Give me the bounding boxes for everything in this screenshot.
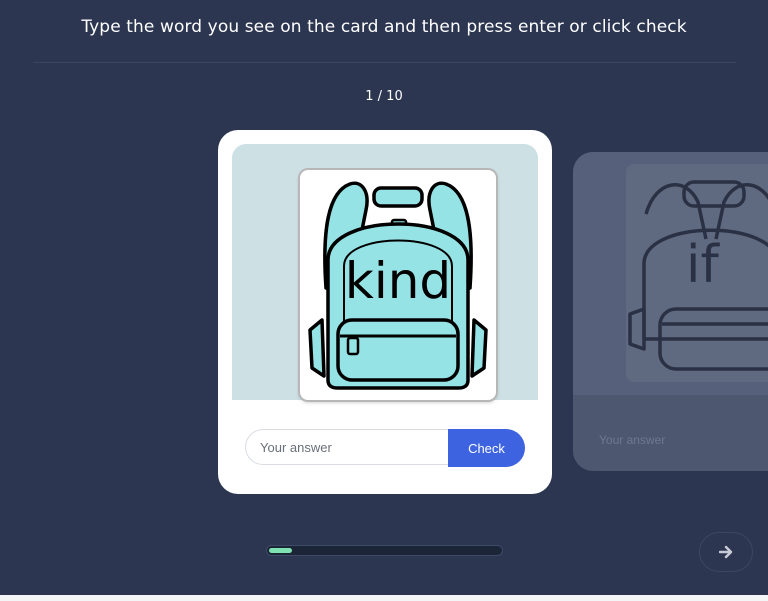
backpack-illustration: if (628, 180, 768, 371)
instruction-text: Type the word you see on the card and th… (81, 17, 687, 37)
progress-bar (266, 545, 503, 556)
divider (33, 62, 736, 63)
answer-input[interactable] (245, 429, 449, 465)
next-card-word: if (686, 235, 720, 295)
flashcard-activity: Type the word you see on the card and th… (0, 0, 768, 601)
next-button[interactable] (699, 532, 753, 572)
answer-form: Check (245, 429, 526, 467)
card-image-area: kind (232, 144, 538, 400)
check-button[interactable]: Check (448, 429, 525, 467)
arrow-right-icon (719, 545, 733, 559)
card-word: kind (345, 252, 451, 310)
next-card-answer-placeholder: Your answer (599, 433, 666, 447)
next-card: if Your answer (573, 152, 768, 471)
bottom-strip (0, 595, 768, 601)
progress-fill (269, 548, 292, 553)
current-card: kind Check (218, 130, 552, 494)
card-picture: kind (300, 170, 496, 400)
card-counter: 1 / 10 (365, 89, 403, 104)
next-card-image-area: if (573, 152, 768, 395)
backpack-illustration: kind (308, 181, 488, 390)
next-card-picture: if (626, 164, 768, 382)
